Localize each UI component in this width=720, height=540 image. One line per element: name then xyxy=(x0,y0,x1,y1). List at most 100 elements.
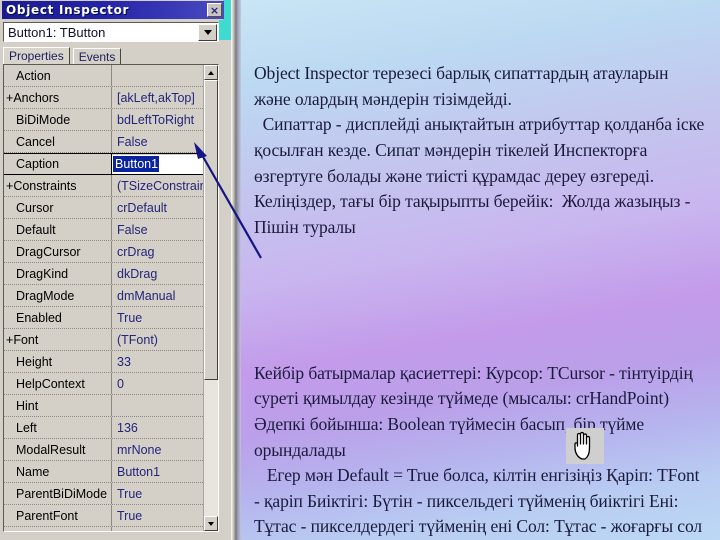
property-name: Action xyxy=(4,65,112,86)
expand-plus-icon[interactable]: + xyxy=(6,91,13,105)
property-value[interactable]: True xyxy=(112,505,203,526)
screenshot-root: Object Inspector терезесі барлық сипатта… xyxy=(0,0,720,540)
tab-properties-label: Properties xyxy=(9,49,64,63)
lesson-paragraph-2: Кейбір батырмалар қасиеттері: Курсор: TC… xyxy=(254,362,703,537)
property-value-selected-text: Button1 xyxy=(113,156,160,172)
property-name: + Constraints xyxy=(4,175,112,196)
property-row[interactable]: + Font (TFont) xyxy=(4,329,203,351)
property-row[interactable]: ModalResult mrNone xyxy=(4,439,203,461)
hand-pointer-cursor-icon xyxy=(566,428,604,464)
property-name: ParentFont xyxy=(4,505,112,526)
property-name: Height xyxy=(4,351,112,372)
property-name-label: Anchors xyxy=(13,90,60,105)
property-row[interactable]: HelpContext 0 xyxy=(4,373,203,395)
scroll-down-button[interactable] xyxy=(204,516,218,531)
property-value[interactable]: dmManual xyxy=(112,285,203,306)
triangle-up-icon xyxy=(208,70,214,75)
property-row[interactable]: Left 136 xyxy=(4,417,203,439)
chevron-down-icon[interactable] xyxy=(198,23,217,41)
tab-events[interactable]: Events xyxy=(72,48,122,64)
property-value[interactable]: [akLeft,akTop] xyxy=(112,87,203,108)
property-name: Enabled xyxy=(4,307,112,328)
property-row[interactable]: Hint xyxy=(4,395,203,417)
property-value[interactable]: Button1 xyxy=(112,461,203,482)
property-name: HelpContext xyxy=(4,373,112,394)
property-value[interactable] xyxy=(112,65,203,86)
property-grid-rows: Action + Anchors [akLeft,akTop] BiDiMode bdLe… xyxy=(4,65,203,531)
tab-properties[interactable]: Properties xyxy=(3,47,70,64)
property-name-label: Font xyxy=(13,332,39,347)
property-row[interactable]: Caption Button1 xyxy=(4,153,203,175)
property-row[interactable]: + Constraints (TSizeConstraint xyxy=(4,175,203,197)
property-value[interactable] xyxy=(112,395,203,416)
lesson-paragraph-1: Object Inspector терезесі барлық сипатта… xyxy=(254,63,705,237)
triangle-down-icon xyxy=(208,521,214,526)
tab-events-label: Events xyxy=(78,49,116,64)
property-name: DragMode xyxy=(4,285,112,306)
property-value[interactable]: (TSizeConstraint xyxy=(112,175,203,196)
scroll-up-button[interactable] xyxy=(204,65,218,80)
property-name: Default xyxy=(4,219,112,240)
property-value[interactable]: mrNone xyxy=(112,439,203,460)
property-name: + Anchors xyxy=(4,87,112,108)
property-value[interactable]: 0 xyxy=(112,373,203,394)
property-name: Hint xyxy=(4,395,112,416)
window-titlebar[interactable]: Object Inspector × xyxy=(2,1,224,19)
property-row[interactable]: ParentBiDiMode True xyxy=(4,483,203,505)
window-right-bevel xyxy=(231,0,236,540)
property-name: ModalResult xyxy=(4,439,112,460)
property-row[interactable]: DragMode dmManual xyxy=(4,285,203,307)
property-name: Cancel xyxy=(4,131,112,152)
property-value[interactable]: 136 xyxy=(112,417,203,438)
lesson-text-panel: Object Inspector терезесі барлық сипатта… xyxy=(236,0,720,540)
property-row[interactable]: DragCursor crDrag xyxy=(4,241,203,263)
property-row[interactable]: Cancel False xyxy=(4,131,203,153)
component-selector-combobox[interactable]: Button1: TButton xyxy=(3,22,219,42)
expand-plus-icon[interactable]: + xyxy=(6,179,13,193)
property-value[interactable]: crDrag xyxy=(112,241,203,262)
expand-plus-icon[interactable]: + xyxy=(6,333,13,347)
property-value[interactable]: False xyxy=(112,219,203,240)
property-row[interactable]: DragKind dkDrag xyxy=(4,263,203,285)
property-row[interactable]: Action xyxy=(4,65,203,87)
property-value[interactable]: dkDrag xyxy=(112,263,203,284)
property-row[interactable]: + Anchors [akLeft,akTop] xyxy=(4,87,203,109)
object-inspector-window: Object Inspector × Button1: TButton Prop… xyxy=(0,0,236,540)
property-grid: Action + Anchors [akLeft,akTop] BiDiMode bdLe… xyxy=(3,64,219,532)
property-name-label: Constraints xyxy=(13,178,77,193)
scrollbar-thumb[interactable] xyxy=(204,80,218,380)
property-row[interactable]: Enabled True xyxy=(4,307,203,329)
property-value[interactable]: False xyxy=(112,131,203,152)
property-name: Name xyxy=(4,461,112,482)
property-name: Cursor xyxy=(4,197,112,218)
panel-left-bevel xyxy=(236,0,241,540)
property-value[interactable]: (TFont) xyxy=(112,329,203,350)
property-name: DragKind xyxy=(4,263,112,284)
property-row[interactable]: Default False xyxy=(4,219,203,241)
triangle-down-glyph xyxy=(203,29,212,35)
property-value[interactable]: True xyxy=(112,483,203,504)
close-icon[interactable]: × xyxy=(207,3,222,17)
property-value-editor[interactable]: Button1 xyxy=(112,154,203,174)
property-name: ParentShowHint xyxy=(4,527,112,531)
property-name: ParentBiDiMode xyxy=(4,483,112,504)
property-value[interactable]: True xyxy=(112,527,203,532)
property-value[interactable]: bdLeftToRight xyxy=(112,109,203,130)
window-title: Object Inspector xyxy=(6,3,130,17)
property-value[interactable]: 33 xyxy=(112,351,203,372)
property-name: Caption xyxy=(4,154,112,174)
component-selector-value: Button1: TButton xyxy=(8,24,106,40)
property-value[interactable]: True xyxy=(112,307,203,328)
property-name: Left xyxy=(4,417,112,438)
property-row[interactable]: Cursor crDefault xyxy=(4,197,203,219)
property-row[interactable]: Name Button1 xyxy=(4,461,203,483)
property-grid-scrollbar[interactable] xyxy=(203,65,218,531)
property-row[interactable]: ParentShowHintTrue xyxy=(4,527,203,531)
property-name: + Font xyxy=(4,329,112,350)
property-row[interactable]: ParentFont True xyxy=(4,505,203,527)
property-value[interactable]: crDefault xyxy=(112,197,203,218)
property-row[interactable]: BiDiMode bdLeftToRight xyxy=(4,109,203,131)
property-row[interactable]: Height 33 xyxy=(4,351,203,373)
property-name: BiDiMode xyxy=(4,109,112,130)
